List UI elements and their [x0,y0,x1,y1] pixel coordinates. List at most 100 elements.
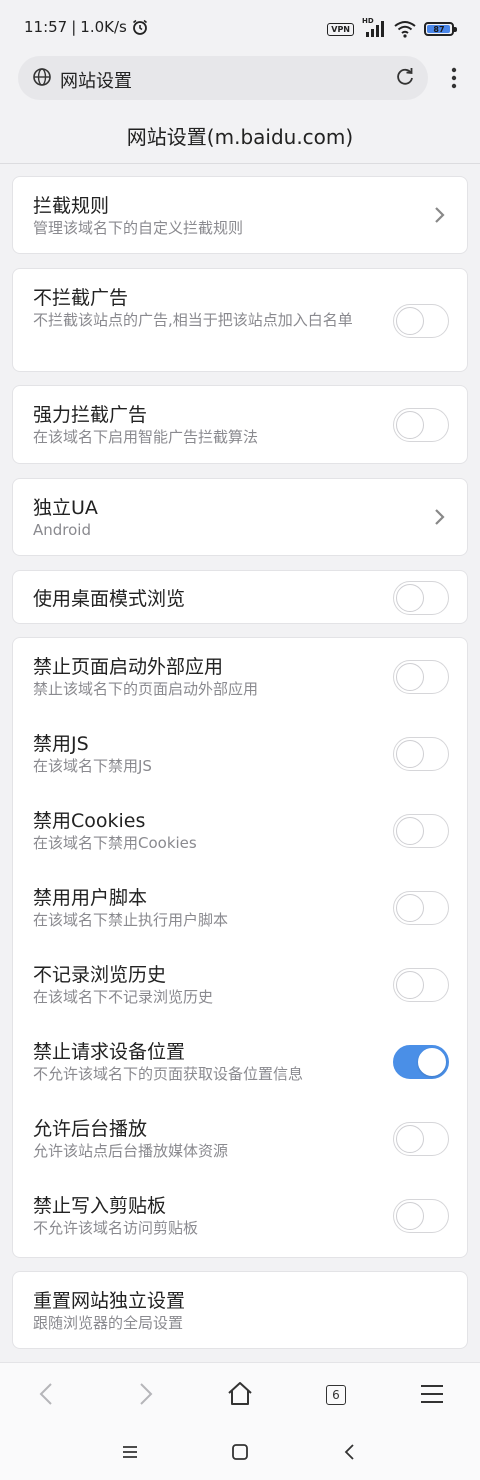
row-subtitle: 跟随浏览器的全局设置 [33,1314,184,1332]
status-time: 11:57 [24,18,68,36]
row-subtitle: 在该域名下启用智能广告拦截算法 [33,428,259,446]
more-vert-icon[interactable] [444,64,464,92]
no-block-ads-row[interactable]: 不拦截广告 不拦截该站点的广告,相当于把该站点加入白名单 [13,269,469,373]
home-square-icon[interactable] [230,1442,250,1462]
wifi-icon [394,21,416,38]
reset-settings-card[interactable]: 重置网站独立设置 跟随浏览器的全局设置 [12,1271,468,1349]
row-title: 不记录浏览历史 [33,964,167,986]
toggle-knob [396,1125,424,1153]
battery-label: 87 [433,24,445,34]
signal-icon [366,21,384,37]
home-icon[interactable] [225,1379,255,1409]
menu-icon[interactable] [417,1379,447,1409]
row-subtitle: 不允许该域名访问剪贴板 [33,1219,199,1237]
row-title: 拦截规则 [33,195,110,217]
refresh-icon[interactable] [394,66,416,88]
external-apps-row[interactable]: 禁止页面启动外部应用 禁止该域名下的页面启动外部应用 [13,638,469,715]
strong-block-ads-card: 强力拦截广告 在该域名下启用智能广告拦截算法 [12,385,468,464]
toggle-knob [396,584,424,612]
row-subtitle: 禁止该域名下的页面启动外部应用 [33,680,259,698]
row-subtitle: 不拦截该站点的广告,相当于把该站点加入白名单 [33,311,353,329]
row-title: 禁止请求设备位置 [33,1041,186,1063]
browser-toolbar: 6 [0,1362,480,1424]
row-title: 禁用Cookies [33,810,146,832]
toggle-knob [396,1202,424,1230]
row-title: 允许后台播放 [33,1118,148,1140]
toggle-knob [396,663,424,691]
row-title: 强力拦截广告 [33,404,148,426]
block-rules-row[interactable]: 拦截规则 管理该域名下的自定义拦截规则 [13,177,469,255]
desktop-mode-card: 使用桌面模式浏览 [12,570,468,624]
page-title-bar: 网站设置(m.baidu.com) [0,108,480,164]
status-right: VPN HD 87 [327,17,457,38]
row-subtitle: 不允许该域名下的页面获取设备位置信息 [33,1065,304,1083]
custom-ua-card[interactable]: 独立UA Android [12,478,468,556]
row-title: 禁止页面启动外部应用 [33,656,224,678]
strong-block-ads-toggle[interactable] [393,408,449,442]
disable-userscripts-row[interactable]: 禁用用户脚本 在该域名下禁止执行用户脚本 [13,869,469,946]
tabs-icon[interactable]: 6 [326,1385,346,1405]
system-back-icon[interactable] [340,1442,360,1462]
toggle-knob [396,894,424,922]
battery-icon: 87 [424,22,457,36]
chevron-right-icon [435,509,445,525]
row-subtitle: 在该域名下不记录浏览历史 [33,988,214,1006]
disable-cookies-toggle[interactable] [393,814,449,848]
status-left: 11:57 | 1.0K/s [24,18,149,36]
row-title: 禁用用户脚本 [33,887,148,909]
toggle-knob [396,411,424,439]
no-history-row[interactable]: 不记录浏览历史 在该域名下不记录浏览历史 [13,946,469,1023]
row-subtitle: 管理该域名下的自定义拦截规则 [33,219,244,237]
background-play-toggle[interactable] [393,1122,449,1156]
signal-group: HD [362,17,386,38]
external-apps-toggle[interactable] [393,660,449,694]
page-title: 网站设置(m.baidu.com) [126,125,354,149]
background-play-row[interactable]: 允许后台播放 允许该站点后台播放媒体资源 [13,1100,469,1177]
no-block-ads-card: 不拦截广告 不拦截该站点的广告,相当于把该站点加入白名单 [12,268,468,372]
row-title: 独立UA [33,497,98,519]
system-nav-bar [0,1424,480,1480]
block-location-row[interactable]: 禁止请求设备位置 不允许该域名下的页面获取设备位置信息 [13,1023,469,1100]
desktop-mode-row[interactable]: 使用桌面模式浏览 [13,571,469,625]
block-clipboard-row[interactable]: 禁止写入剪贴板 不允许该域名访问剪贴板 [13,1177,469,1254]
disable-cookies-row[interactable]: 禁用Cookies 在该域名下禁用Cookies [13,792,469,869]
reset-settings-row[interactable]: 重置网站独立设置 跟随浏览器的全局设置 [13,1272,469,1350]
block-location-toggle[interactable] [393,1045,449,1079]
row-subtitle: 在该域名下禁用Cookies [33,834,197,852]
row-subtitle: 允许该站点后台播放媒体资源 [33,1142,229,1160]
privacy-settings-card: 禁止页面启动外部应用 禁止该域名下的页面启动外部应用 禁用JS 在该域名下禁用J… [12,637,468,1258]
disable-js-toggle[interactable] [393,737,449,771]
toggle-knob [418,1048,446,1076]
block-rules-card[interactable]: 拦截规则 管理该域名下的自定义拦截规则 [12,176,468,254]
vpn-badge: VPN [327,22,354,36]
row-title: 重置网站独立设置 [33,1290,186,1312]
recents-icon[interactable] [120,1442,140,1462]
custom-ua-row[interactable]: 独立UA Android [13,479,469,557]
row-subtitle: Android [33,521,91,539]
no-block-ads-toggle[interactable] [393,304,449,338]
alarm-icon [132,19,147,35]
no-history-toggle[interactable] [393,968,449,1002]
block-clipboard-toggle[interactable] [393,1199,449,1233]
globe-icon [33,68,51,86]
disable-js-row[interactable]: 禁用JS 在该域名下禁用JS [13,715,469,792]
row-title: 不拦截广告 [33,287,129,309]
row-subtitle: 在该域名下禁止执行用户脚本 [33,911,229,929]
status-bar: 11:57 | 1.0K/s VPN HD 87 [0,0,480,58]
row-title: 禁用JS [33,733,89,755]
forward-icon[interactable] [130,1379,160,1409]
strong-block-ads-row[interactable]: 强力拦截广告 在该域名下启用智能广告拦截算法 [13,386,469,465]
status-speed: 1.0K/s [80,18,127,36]
row-title: 禁止写入剪贴板 [33,1195,167,1217]
back-icon[interactable] [32,1379,62,1409]
status-separator: | [71,18,77,36]
url-bar[interactable]: 网站设置 [18,56,428,100]
disable-userscripts-toggle[interactable] [393,891,449,925]
chevron-right-icon [435,207,445,223]
url-text[interactable]: 网站设置 [60,67,132,93]
row-title: 使用桌面模式浏览 [33,588,186,610]
desktop-mode-toggle[interactable] [393,581,449,615]
toggle-knob [396,740,424,768]
toggle-knob [396,817,424,845]
row-subtitle: 在该域名下禁用JS [33,757,152,775]
